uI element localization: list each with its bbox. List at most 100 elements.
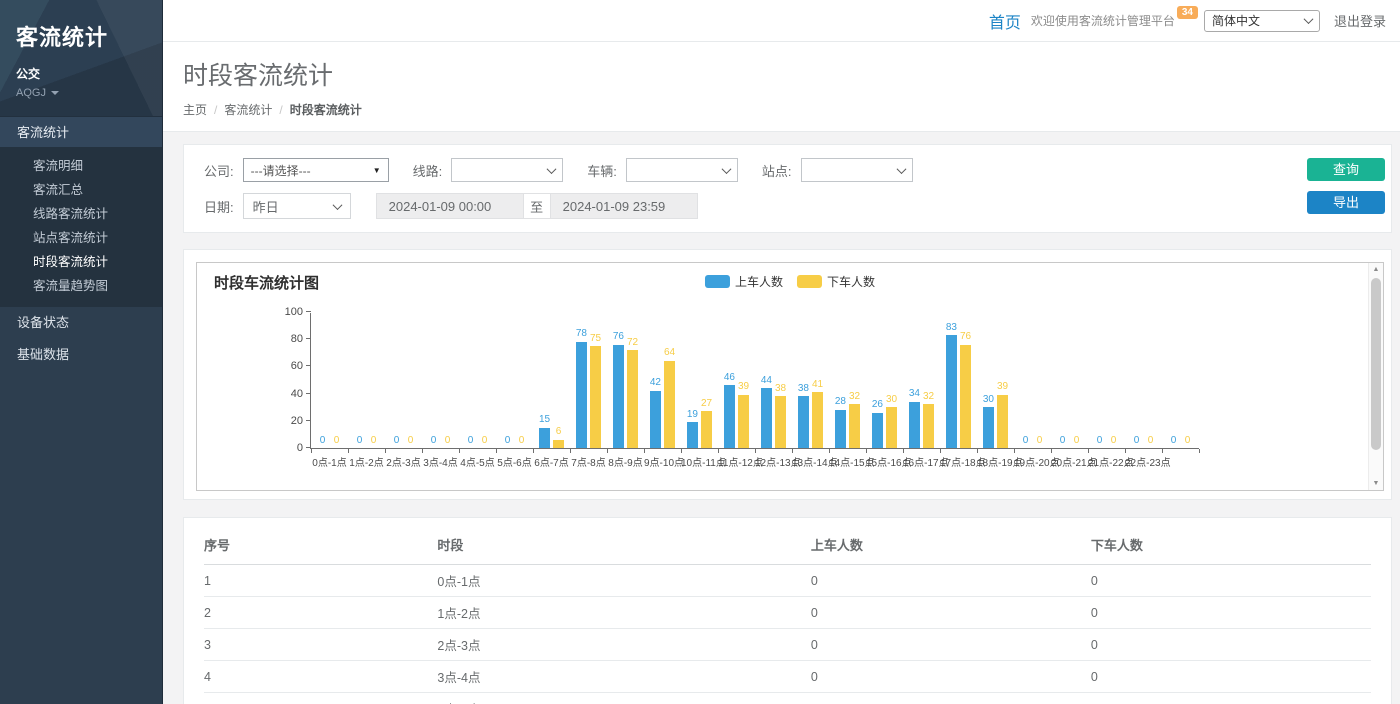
hourly-flow-table: 序号时段上车人数下车人数 10点-1点0021点-2点0032点-3点0043点… <box>204 524 1371 704</box>
bar-value-label: 42 <box>650 377 661 390</box>
table-cell: 0 <box>1091 693 1371 704</box>
bar-上车人数 <box>835 410 846 448</box>
sidebar-item-基础数据[interactable]: 基础数据 <box>0 339 162 371</box>
topbar: 首页 欢迎使用客流统计管理平台 34 简体中文 退出登录 <box>163 0 1400 42</box>
vehicle-select[interactable] <box>626 158 738 182</box>
table-header-上车人数: 上车人数 <box>811 524 1091 565</box>
line-select[interactable] <box>451 158 563 182</box>
main-area: 首页 欢迎使用客流统计管理平台 34 简体中文 退出登录 时段客流统计 主页 /… <box>163 0 1400 704</box>
bar-group-22点-23点: 00 <box>1125 312 1162 448</box>
date-to-label: 至 <box>524 193 550 219</box>
bar-value-label: 0 <box>1185 435 1191 448</box>
logout-link[interactable]: 退出登录 <box>1334 11 1386 30</box>
bar-value-label: 34 <box>909 388 920 401</box>
x-axis-label: 18点-19点 <box>977 454 1014 469</box>
export-button[interactable]: 导出 <box>1307 191 1385 214</box>
table-cell: 0 <box>811 693 1091 704</box>
bar-column: 0 <box>1168 312 1179 448</box>
bar-group-2点-3点: 00 <box>385 312 422 448</box>
sidebar-section-客流统计[interactable]: 客流统计 <box>0 116 162 147</box>
bar-group-7点-8点: 7875 <box>570 312 607 448</box>
sidebar-item-站点客流统计[interactable]: 站点客流统计 <box>0 226 162 250</box>
bar-上车人数 <box>946 335 957 448</box>
bar-value-label: 76 <box>613 331 624 344</box>
bar-value-label: 0 <box>445 435 451 448</box>
x-axis-label: 3点-4点 <box>422 454 459 469</box>
table-row: 21点-2点00 <box>204 597 1371 629</box>
sidebar-item-客流明细[interactable]: 客流明细 <box>0 154 162 178</box>
date-preset-select[interactable]: 昨日 <box>243 193 351 219</box>
bar-column: 34 <box>909 312 920 448</box>
language-select[interactable]: 简体中文 <box>1204 10 1320 32</box>
bar-value-label: 0 <box>1037 435 1043 448</box>
sidebar-item-时段客流统计[interactable]: 时段客流统计 <box>0 250 162 274</box>
bar-value-label: 41 <box>812 379 823 392</box>
breadcrumb-home[interactable]: 主页 <box>183 101 207 118</box>
bar-下车人数 <box>775 396 786 448</box>
home-link[interactable]: 首页 <box>989 9 1021 33</box>
org-code-dropdown[interactable]: AQGJ <box>16 87 146 99</box>
x-axis-tick <box>385 449 386 453</box>
bar-value-label: 0 <box>468 435 474 448</box>
table-cell: 0点-1点 <box>437 565 810 597</box>
filter-panel: 公司: ---请选择--- ▼ 线路: 车辆: 站点: 日期: <box>183 144 1392 233</box>
bar-value-label: 0 <box>1074 435 1080 448</box>
table-cell: 0 <box>1091 597 1371 629</box>
legend-item-下车人数[interactable]: 下车人数 <box>797 273 875 290</box>
bar-group-1点-2点: 00 <box>348 312 385 448</box>
chart-vertical-scrollbar[interactable]: ▲ ▼ <box>1368 263 1383 490</box>
table-row: 43点-4点00 <box>204 661 1371 693</box>
date-from-input[interactable]: 2024-01-09 00:00 <box>376 193 524 219</box>
x-axis-label: 16点-17点 <box>903 454 940 469</box>
query-button[interactable]: 查询 <box>1307 158 1385 181</box>
company-value: ---请选择--- <box>251 162 311 179</box>
bar-group-12点-13点: 4438 <box>755 312 792 448</box>
x-axis-tick <box>1051 449 1052 453</box>
table-header-下车人数: 下车人数 <box>1091 524 1371 565</box>
x-axis-tick <box>681 449 682 453</box>
x-axis-tick <box>1199 449 1200 453</box>
sidebar-item-线路客流统计[interactable]: 线路客流统计 <box>0 202 162 226</box>
bar-group-23点-24点: 00 <box>1162 312 1199 448</box>
scroll-down-icon[interactable]: ▼ <box>1369 480 1383 487</box>
company-select[interactable]: ---请选择--- ▼ <box>243 158 389 182</box>
sidebar-item-客流量趋势图[interactable]: 客流量趋势图 <box>0 274 162 298</box>
date-to-input[interactable]: 2024-01-09 23:59 <box>550 193 698 219</box>
x-axis-label: 7点-8点 <box>570 454 607 469</box>
bar-value-label: 0 <box>1171 435 1177 448</box>
bar-value-label: 76 <box>960 331 971 344</box>
bar-value-label: 72 <box>627 337 638 350</box>
table-cell: 1点-2点 <box>437 597 810 629</box>
x-axis-tick <box>903 449 904 453</box>
bar-value-label: 15 <box>539 414 550 427</box>
x-axis-tick <box>1162 449 1163 453</box>
breadcrumb-section[interactable]: 客流统计 <box>224 101 272 118</box>
y-axis-label: 40 <box>267 388 303 400</box>
table-panel: 序号时段上车人数下车人数 10点-1点0021点-2点0032点-3点0043点… <box>183 517 1392 704</box>
bar-下车人数 <box>812 392 823 448</box>
bar-column: 38 <box>798 312 809 448</box>
bar-value-label: 19 <box>687 409 698 422</box>
bar-column: 15 <box>539 312 550 448</box>
y-axis-label: 80 <box>267 333 303 345</box>
scroll-up-icon[interactable]: ▲ <box>1369 266 1383 273</box>
bar-value-label: 0 <box>408 435 414 448</box>
sidebar-item-客流汇总[interactable]: 客流汇总 <box>0 178 162 202</box>
page-heading: 时段客流统计 主页 / 客流统计 / 时段客流统计 <box>163 42 1400 132</box>
x-axis-label: 4点-5点 <box>459 454 496 469</box>
legend-item-上车人数[interactable]: 上车人数 <box>705 273 783 290</box>
chart-panel: 时段车流统计图 上车人数下车人数 020406080100000点-1点001点… <box>183 249 1392 500</box>
bar-value-label: 44 <box>761 375 772 388</box>
language-value: 简体中文 <box>1212 12 1260 29</box>
legend-label: 上车人数 <box>735 273 783 290</box>
x-axis-tick <box>607 449 608 453</box>
bar-group-9点-10点: 4264 <box>644 312 681 448</box>
station-select[interactable] <box>801 158 913 182</box>
scrollbar-thumb[interactable] <box>1371 278 1381 450</box>
bar-下车人数 <box>553 440 564 448</box>
bar-group-6点-7点: 156 <box>533 312 570 448</box>
table-header-row: 序号时段上车人数下车人数 <box>204 524 1371 565</box>
bar-column: 0 <box>1071 312 1082 448</box>
x-axis-tick <box>977 449 978 453</box>
sidebar-item-设备状态[interactable]: 设备状态 <box>0 307 162 339</box>
